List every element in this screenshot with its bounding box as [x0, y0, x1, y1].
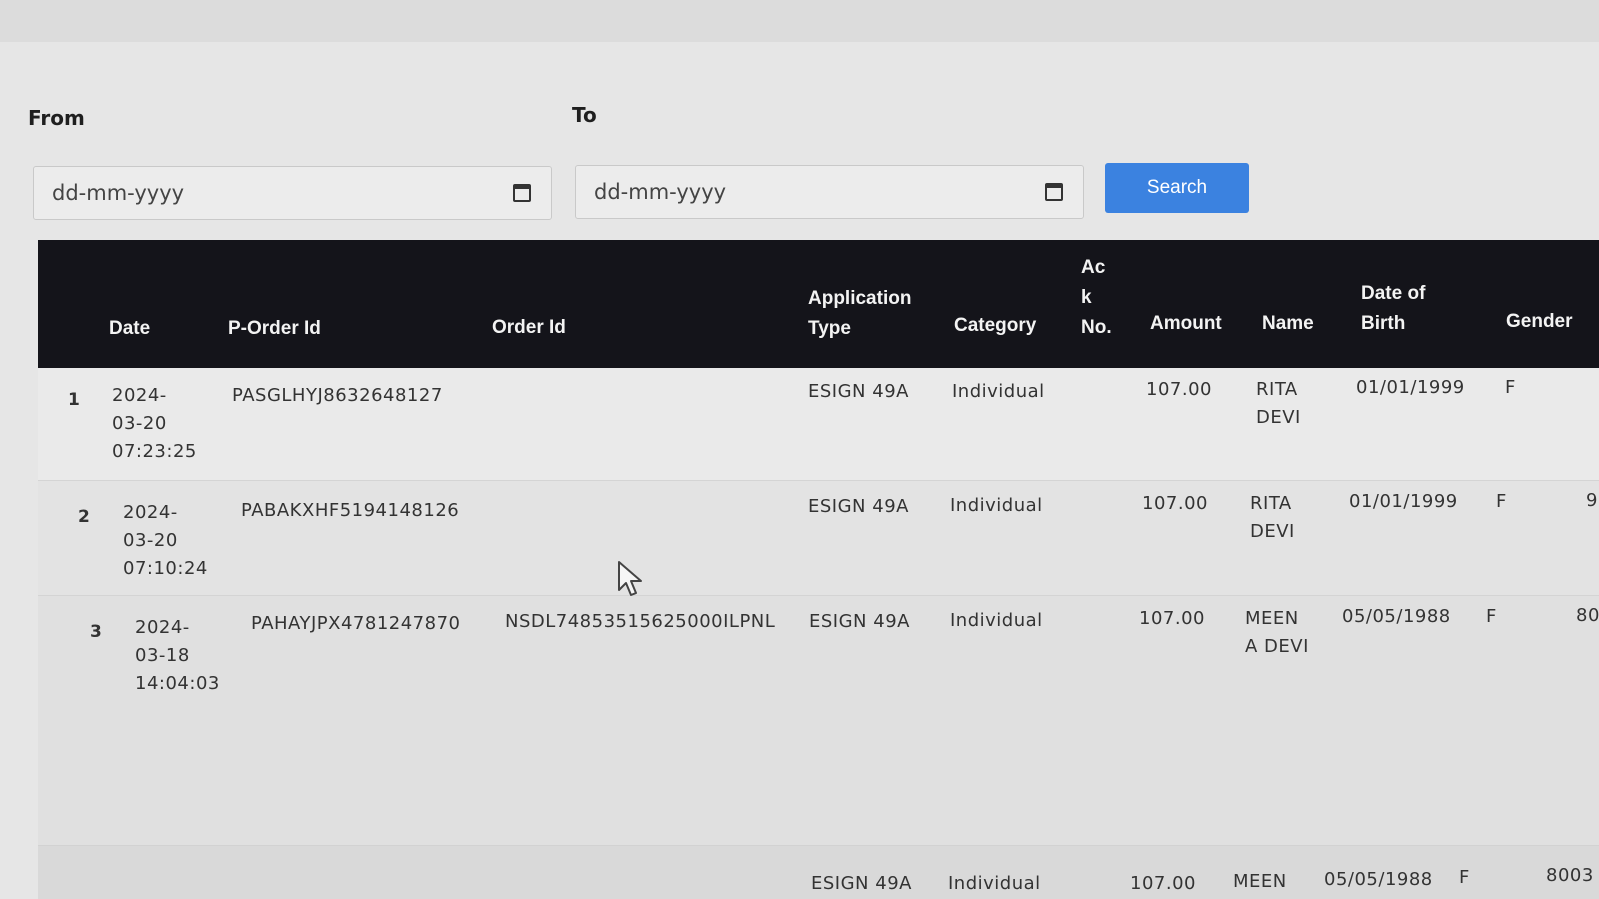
- table-row: 1 2024- 03-20 07:23:25 PASGLHYJ863264812…: [38, 368, 1599, 481]
- row-application-type: ESIGN 49A: [808, 381, 909, 402]
- row-application-type: ESIGN 49A: [809, 611, 910, 632]
- header-gender: Gender: [1506, 311, 1573, 332]
- row-gender: F: [1486, 606, 1497, 627]
- calendar-icon[interactable]: [513, 184, 531, 202]
- header-ack-no: Ac k No.: [1081, 257, 1112, 338]
- row-name: RITA DEVI: [1250, 493, 1295, 542]
- row-extra: 8003: [1546, 865, 1594, 886]
- row-date: 2024- 03-20 07:23:25: [112, 385, 197, 462]
- row-p-order-id: PABAKXHF5194148126: [241, 500, 460, 521]
- row-category: Individual: [948, 873, 1041, 894]
- table-row: 3 2024- 03-18 14:04:03 PAHAYJPX478124787…: [38, 596, 1599, 846]
- to-date-placeholder: dd-mm-yyyy: [594, 180, 727, 204]
- row-date: 2024- 03-18 14:04:03: [135, 617, 220, 694]
- row-name: RITA DEVI: [1256, 379, 1301, 428]
- row-extra: 80: [1576, 605, 1599, 626]
- row-date-of-birth: 01/01/1999: [1349, 491, 1458, 512]
- row-amount: 107.00: [1130, 873, 1196, 894]
- row-p-order-id: PAHAYJPX4781247870: [251, 613, 461, 634]
- row-gender: F: [1505, 377, 1516, 398]
- row-amount: 107.00: [1142, 493, 1208, 514]
- header-name: Name: [1262, 313, 1314, 334]
- row-gender: F: [1459, 867, 1470, 888]
- header-order-id: Order Id: [492, 317, 566, 338]
- row-number: 2: [78, 507, 91, 527]
- row-date-of-birth: 05/05/1988: [1342, 606, 1451, 627]
- row-amount: 107.00: [1146, 379, 1212, 400]
- header-category: Category: [954, 315, 1037, 336]
- row-extra: 9: [1586, 490, 1598, 511]
- header-application-type: Application Type: [808, 288, 912, 339]
- to-date-input[interactable]: dd-mm-yyyy: [575, 165, 1084, 219]
- from-date-input[interactable]: dd-mm-yyyy: [33, 166, 552, 220]
- from-label: From: [28, 106, 85, 130]
- header-amount: Amount: [1150, 313, 1222, 334]
- row-order-id: NSDL74853515625000ILPNL: [505, 611, 776, 632]
- row-name: MEEN: [1233, 871, 1287, 892]
- row-gender: F: [1496, 491, 1507, 512]
- top-strip: [0, 0, 1599, 42]
- row-name: MEEN A DEVI: [1245, 608, 1309, 657]
- from-date-placeholder: dd-mm-yyyy: [52, 181, 185, 205]
- header-p-order-id: P-Order Id: [228, 318, 321, 339]
- row-application-type: ESIGN 49A: [811, 873, 912, 894]
- mouse-cursor-icon: [618, 561, 642, 596]
- row-date-of-birth: 05/05/1988: [1324, 869, 1433, 890]
- table-row: 2 2024- 03-20 07:10:24 PABAKXHF519414812…: [38, 481, 1599, 596]
- row-date: 2024- 03-20 07:10:24: [123, 502, 208, 579]
- to-label: To: [572, 103, 597, 127]
- header-date-of-birth: Date of Birth: [1361, 283, 1426, 334]
- row-category: Individual: [952, 381, 1045, 402]
- table-header: Date P-Order Id Order Id Application Typ…: [38, 240, 1599, 368]
- row-date-of-birth: 01/01/1999: [1356, 377, 1465, 398]
- search-button[interactable]: Search: [1105, 163, 1249, 213]
- calendar-icon[interactable]: [1045, 183, 1063, 201]
- row-application-type: ESIGN 49A: [808, 496, 909, 517]
- row-p-order-id: PASGLHYJ8632648127: [232, 385, 443, 406]
- row-amount: 107.00: [1139, 608, 1205, 629]
- header-date: Date: [109, 318, 151, 339]
- row-number: 1: [68, 390, 81, 410]
- row-category: Individual: [950, 495, 1043, 516]
- table-row: ESIGN 49A Individual 107.00 MEEN 05/05/1…: [38, 846, 1599, 899]
- orders-table: Date P-Order Id Order Id Application Typ…: [38, 240, 1599, 899]
- row-number: 3: [90, 622, 103, 642]
- row-category: Individual: [950, 610, 1043, 631]
